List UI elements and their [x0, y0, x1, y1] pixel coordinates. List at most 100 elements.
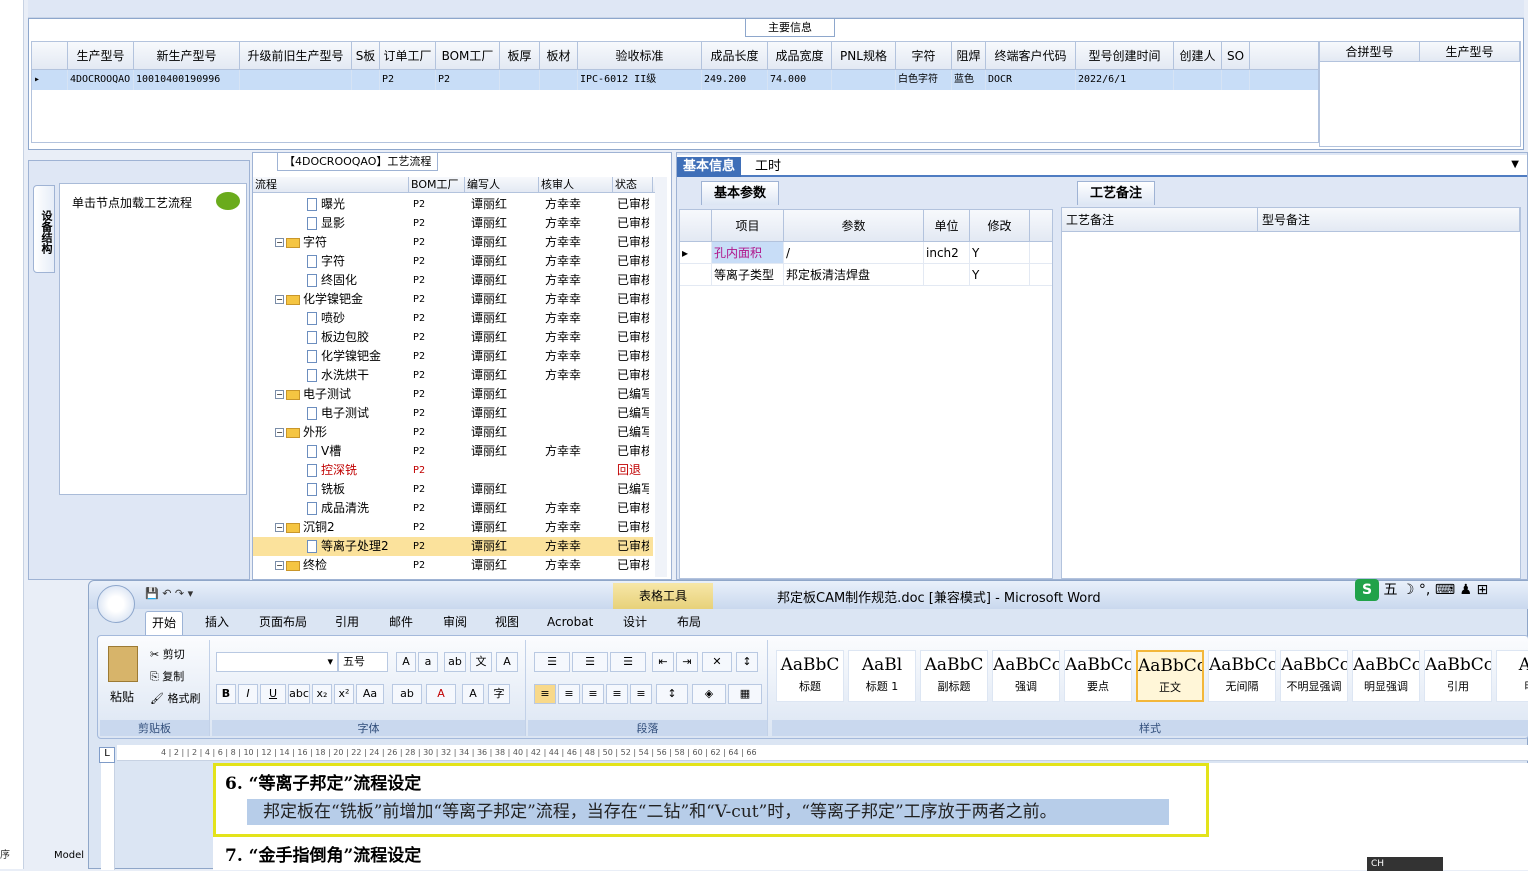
chinese-layout-button[interactable]: ✕ — [702, 652, 732, 672]
tree-row[interactable]: − 终检 P2 谭丽红 方幸幸 已审核 — [253, 556, 653, 575]
col-bom-factory[interactable]: BOM工厂 — [409, 177, 465, 192]
tree-row[interactable]: 等离子处理2 P2 谭丽红 方幸幸 已审核 — [253, 537, 653, 556]
char-border-button[interactable]: A — [496, 652, 518, 672]
bold-button[interactable]: B — [216, 684, 236, 704]
tab-basic-params[interactable]: 基本参数 — [701, 181, 780, 205]
multilevel-button[interactable]: ☰ — [610, 652, 646, 672]
keyboard-icon[interactable]: ⌨ — [1435, 582, 1455, 598]
highlight-button[interactable]: ab — [392, 684, 422, 704]
phonetic-button[interactable]: 文 — [470, 652, 492, 672]
col-item[interactable]: 项目 — [712, 210, 784, 241]
column-header[interactable]: 订单工厂 — [380, 42, 436, 69]
collapse-icon[interactable]: − — [275, 295, 284, 304]
enclose-char-button[interactable]: 字 — [488, 684, 510, 704]
table-cell[interactable]: 4DOCROOQAO — [68, 70, 134, 90]
tree-row[interactable]: 板边包胶 P2 谭丽红 方幸幸 已审核 — [253, 328, 653, 347]
style-item[interactable]: AaBbC 标题 — [776, 650, 844, 702]
ime-mode[interactable]: 五 — [1383, 582, 1397, 598]
superscript-button[interactable]: x² — [334, 684, 354, 704]
tree-row[interactable]: − 电子测试 P2 谭丽红 已编写 — [253, 385, 653, 404]
save-icon[interactable]: 💾 — [145, 587, 159, 600]
grid-icon[interactable]: ⊞ — [1477, 582, 1489, 598]
table-row[interactable]: 等离子类型 邦定板清洁焊盘 Y — [680, 264, 1052, 286]
table-row[interactable]: ▸ 孔内面积 / inch2 Y — [680, 242, 1052, 264]
column-header[interactable]: 成品长度 — [702, 42, 768, 69]
tree-row[interactable]: 控深铣 P2 回退 — [253, 461, 653, 480]
font-size-select[interactable]: 五号 — [338, 652, 388, 672]
font-family-select[interactable]: ▾ — [216, 652, 338, 672]
ribbon-tab[interactable]: 布局 — [671, 611, 707, 635]
ribbon-tab[interactable]: 邮件 — [383, 611, 419, 635]
column-header[interactable]: 新生产型号 — [134, 42, 240, 69]
tab-process-remarks[interactable]: 工艺备注 — [1077, 181, 1156, 205]
collapse-icon[interactable]: − — [275, 390, 284, 399]
horizontal-ruler[interactable]: 4 | 2 | | 2 | 4 | 6 | 8 | 10 | 12 | 14 |… — [117, 745, 1528, 761]
shading-button[interactable]: ◈ — [692, 684, 726, 704]
table-cell[interactable] — [240, 70, 352, 90]
table-cell[interactable]: 蓝色 — [952, 70, 986, 90]
tab-device-structure[interactable]: 设备结构 — [33, 185, 55, 273]
ribbon-tab[interactable]: 页面布局 — [253, 611, 313, 635]
redo-icon[interactable]: ↷ — [175, 587, 184, 600]
table-cell[interactable]: P2 — [380, 70, 436, 90]
format-painter-button[interactable]: 🖌 格式刷 — [150, 690, 200, 706]
align-center-button[interactable]: ≡ — [558, 684, 580, 704]
col-edit[interactable]: 修改 — [970, 210, 1030, 241]
load-process-box[interactable]: 单击节点加载工艺流程 — [59, 183, 247, 495]
column-header[interactable]: SO — [1222, 42, 1250, 69]
table-cell[interactable]: P2 — [436, 70, 500, 90]
align-right-button[interactable]: ≡ — [582, 684, 604, 704]
tree-row[interactable]: 成品清洗 P2 谭丽红 方幸幸 已审核 — [253, 499, 653, 518]
ribbon-tab[interactable]: 审阅 — [437, 611, 473, 635]
ime-toolbar[interactable]: S 五 ☽ °, ⌨ ♟ ⊞ — [1355, 579, 1528, 603]
column-header[interactable]: 阻焊 — [952, 42, 986, 69]
column-header[interactable]: 字符 — [896, 42, 952, 69]
bullets-button[interactable]: ☰ — [534, 652, 570, 672]
style-item[interactable]: AaBbCcD 要点 — [1064, 650, 1132, 702]
distributed-button[interactable]: ≡ — [630, 684, 652, 704]
table-cell[interactable]: 白色字符 — [896, 70, 952, 90]
tree-row[interactable]: − 化学镍钯金 P2 谭丽红 方幸幸 已审核 — [253, 290, 653, 309]
table-cell[interactable]: 孔内面积 — [712, 242, 784, 263]
table-cell[interactable]: IPC-6012 II级 — [578, 70, 702, 90]
tree-row[interactable]: V槽 P2 谭丽红 方幸幸 已审核 — [253, 442, 653, 461]
tab-basic-info[interactable]: 基本信息 — [677, 157, 742, 177]
table-cell[interactable]: DOCR — [986, 70, 1076, 90]
underline-button[interactable]: U — [260, 684, 286, 704]
shrink-font-button[interactable]: a — [418, 652, 438, 672]
column-header[interactable]: 创建人 — [1174, 42, 1222, 69]
moon-icon[interactable]: ☽ — [1402, 582, 1415, 598]
col-writer[interactable]: 编写人 — [465, 177, 539, 192]
tree-row[interactable]: 终固化 P2 谭丽红 方幸幸 已审核 — [253, 271, 653, 290]
collapse-icon[interactable]: − — [275, 238, 284, 247]
clear-format-button[interactable]: ab — [444, 652, 466, 672]
paragraph-6[interactable]: 邦定板在“铣板”前增加“等离子邦定”流程，当存在“二钻”和“V-cut”时，“等… — [247, 799, 1169, 825]
cut-button[interactable]: ✂ 剪切 — [150, 646, 185, 662]
row-indicator-icon[interactable]: ▸ — [680, 242, 712, 263]
column-header[interactable]: 成品宽度 — [768, 42, 832, 69]
line-spacing-button[interactable]: ↕ — [656, 684, 688, 704]
table-cell[interactable] — [352, 70, 380, 90]
col-production-model[interactable]: 生产型号 — [1420, 42, 1520, 61]
copy-button[interactable]: ⎘ 复制 — [150, 668, 184, 684]
column-header[interactable]: 升级前旧生产型号 — [240, 42, 352, 69]
decrease-indent-button[interactable]: ⇤ — [652, 652, 674, 672]
align-left-button[interactable]: ≡ — [534, 684, 556, 704]
column-header[interactable]: 板材 — [540, 42, 578, 69]
row-indicator-icon[interactable] — [680, 264, 712, 285]
table-cell[interactable]: Y — [970, 242, 1030, 263]
col-model-remark[interactable]: 型号备注 — [1258, 208, 1520, 231]
numbering-button[interactable]: ☰ — [572, 652, 608, 672]
strikethrough-button[interactable]: abc — [288, 684, 310, 704]
font-color-button[interactable]: A — [426, 684, 456, 704]
tree-row[interactable]: 字符 P2 谭丽红 方幸幸 已审核 — [253, 252, 653, 271]
table-cell[interactable]: / — [784, 242, 924, 263]
punctuation-icon[interactable]: °, — [1419, 582, 1430, 598]
tree-row[interactable]: 水洗烘干 P2 谭丽红 方幸幸 已审核 — [253, 366, 653, 385]
tree-row[interactable]: − 字符 P2 谭丽红 方幸幸 已审核 — [253, 233, 653, 252]
table-cell[interactable]: 74.000 — [768, 70, 832, 90]
table-cell[interactable] — [1222, 70, 1250, 90]
change-case-button[interactable]: Aa — [356, 684, 384, 704]
customize-qat-icon[interactable]: ▾ — [188, 587, 194, 600]
ribbon-tab[interactable]: 设计 — [617, 611, 653, 635]
